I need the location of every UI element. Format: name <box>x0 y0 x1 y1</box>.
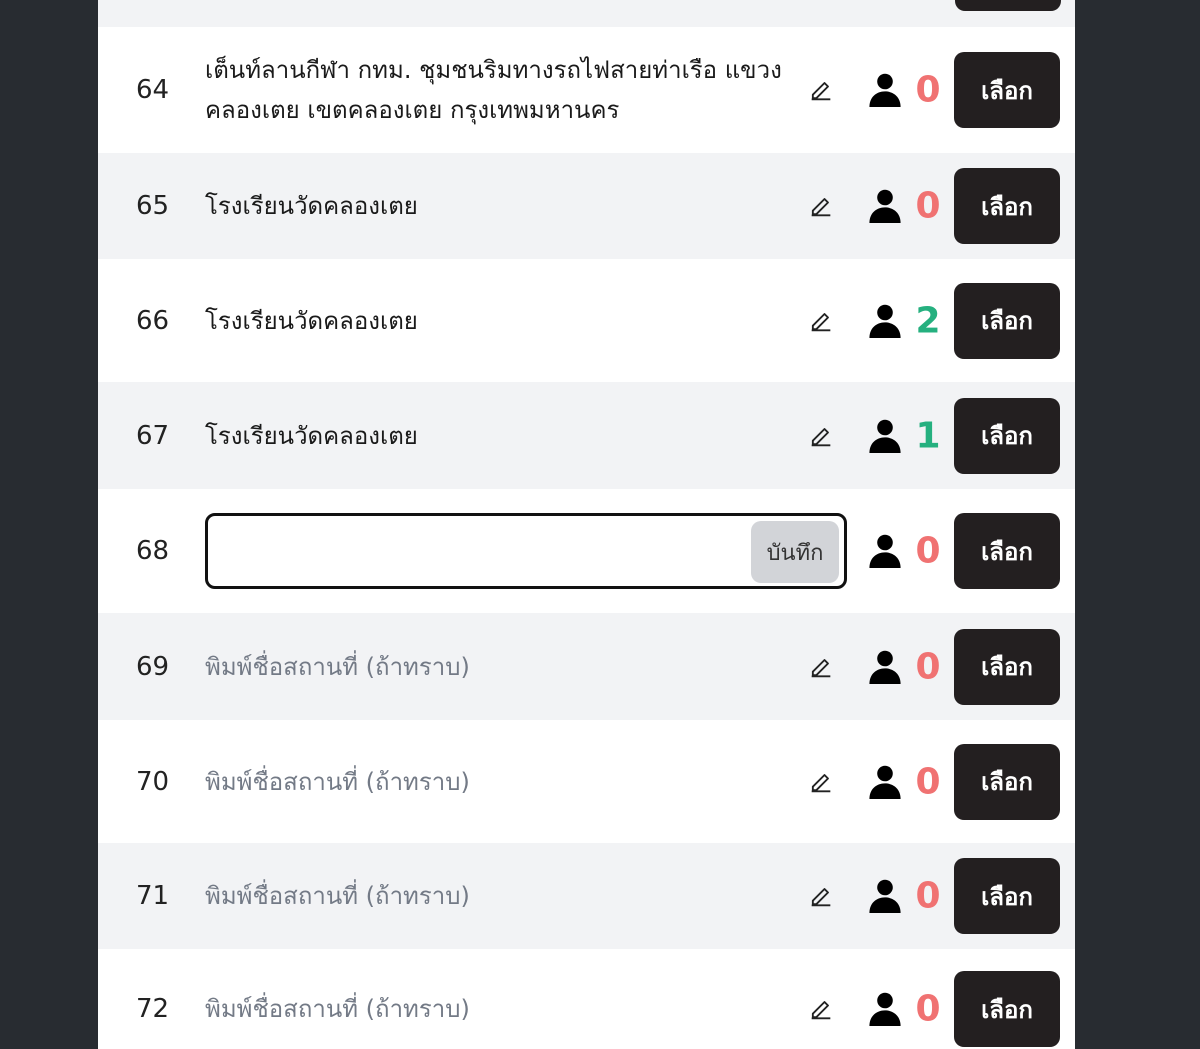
location-name: โรงเรียนวัดคลองเตย <box>205 421 418 450</box>
location-name-placeholder: พิมพ์ชื่อสถานที่ (ถ้าทราบ) <box>205 995 470 1023</box>
person-icon <box>869 992 901 1026</box>
person-icon <box>869 650 901 684</box>
select-button[interactable]: เลือก <box>954 168 1060 244</box>
row-number: 67 <box>136 420 170 451</box>
select-button[interactable]: เลือก <box>954 52 1060 128</box>
person-icon <box>869 765 901 799</box>
person-count: 0 <box>915 69 941 111</box>
location-name: เต็นท์ลานกีฬา กทม. ชุมชนริมทางรถไฟสายท่า… <box>205 56 782 124</box>
select-button[interactable]: เลือก <box>954 743 1060 820</box>
table-row: 67 โรงเรียนวัดคลองเตย 1 เลือก <box>98 382 1075 489</box>
pencil-icon[interactable] <box>807 307 835 335</box>
location-name-input[interactable] <box>220 526 744 578</box>
row-number: 66 <box>136 305 170 336</box>
person-count: 0 <box>915 761 941 802</box>
row-number: 72 <box>136 994 170 1024</box>
pencil-icon[interactable] <box>807 76 835 104</box>
location-name-editor: บันทึก <box>205 513 847 589</box>
row-number: 71 <box>136 881 170 911</box>
select-button[interactable]: เลือก <box>954 628 1060 705</box>
table-row: 64 เต็นท์ลานกีฬา กทม. ชุมชนริมทางรถไฟสาย… <box>98 27 1075 153</box>
person-count: 2 <box>915 300 941 341</box>
table-row: 66 โรงเรียนวัดคลองเตย 2 เลือก <box>98 259 1075 382</box>
pencil-icon[interactable] <box>807 653 835 681</box>
person-icon <box>869 304 901 338</box>
person-count: 1 <box>915 415 941 456</box>
person-icon <box>869 189 901 223</box>
person-icon <box>869 534 901 568</box>
table-row: 71 พิมพ์ชื่อสถานที่ (ถ้าทราบ) 0 เลือก <box>98 843 1075 949</box>
table-row: 69 พิมพ์ชื่อสถานที่ (ถ้าทราบ) 0 เลือก <box>98 613 1075 720</box>
select-button[interactable]: เลือก <box>954 513 1060 589</box>
row-number: 65 <box>136 191 170 221</box>
person-count: 0 <box>915 988 941 1030</box>
table-row: 72 พิมพ์ชื่อสถานที่ (ถ้าทราบ) 0 เลือก <box>98 949 1075 1049</box>
previous-select-button[interactable] <box>955 0 1061 11</box>
select-button[interactable]: เลือก <box>954 971 1060 1047</box>
pencil-icon[interactable] <box>807 882 835 910</box>
row-number: 69 <box>136 651 170 682</box>
pencil-icon[interactable] <box>807 995 835 1023</box>
pencil-icon[interactable] <box>807 422 835 450</box>
person-count: 0 <box>915 185 941 227</box>
pencil-icon[interactable] <box>807 768 835 796</box>
pencil-icon[interactable] <box>807 192 835 220</box>
row-number: 64 <box>136 75 170 105</box>
table-row-editing: 68 บันทึก 0 เลือก <box>98 489 1075 613</box>
location-name-placeholder: พิมพ์ชื่อสถานที่ (ถ้าทราบ) <box>205 767 470 796</box>
save-button[interactable]: บันทึก <box>751 521 839 583</box>
location-list-panel: 64 เต็นท์ลานกีฬา กทม. ชุมชนริมทางรถไฟสาย… <box>98 0 1075 1049</box>
person-count: 0 <box>915 646 941 687</box>
row-number: 70 <box>136 766 170 797</box>
previous-row-stub <box>98 0 1075 27</box>
person-icon <box>869 879 901 913</box>
location-name: โรงเรียนวัดคลองเตย <box>205 192 418 220</box>
select-button[interactable]: เลือก <box>954 282 1060 359</box>
select-button[interactable]: เลือก <box>954 397 1060 474</box>
location-name-placeholder: พิมพ์ชื่อสถานที่ (ถ้าทราบ) <box>205 882 470 910</box>
table-row: 70 พิมพ์ชื่อสถานที่ (ถ้าทราบ) 0 เลือก <box>98 720 1075 843</box>
location-name: โรงเรียนวัดคลองเตย <box>205 306 418 335</box>
select-button[interactable]: เลือก <box>954 858 1060 934</box>
row-number: 68 <box>136 536 170 566</box>
location-name-placeholder: พิมพ์ชื่อสถานที่ (ถ้าทราบ) <box>205 652 470 681</box>
person-icon <box>869 73 901 107</box>
person-count: 0 <box>915 875 941 917</box>
person-count: 0 <box>915 530 941 572</box>
person-icon <box>869 419 901 453</box>
table-row: 65 โรงเรียนวัดคลองเตย 0 เลือก <box>98 153 1075 259</box>
